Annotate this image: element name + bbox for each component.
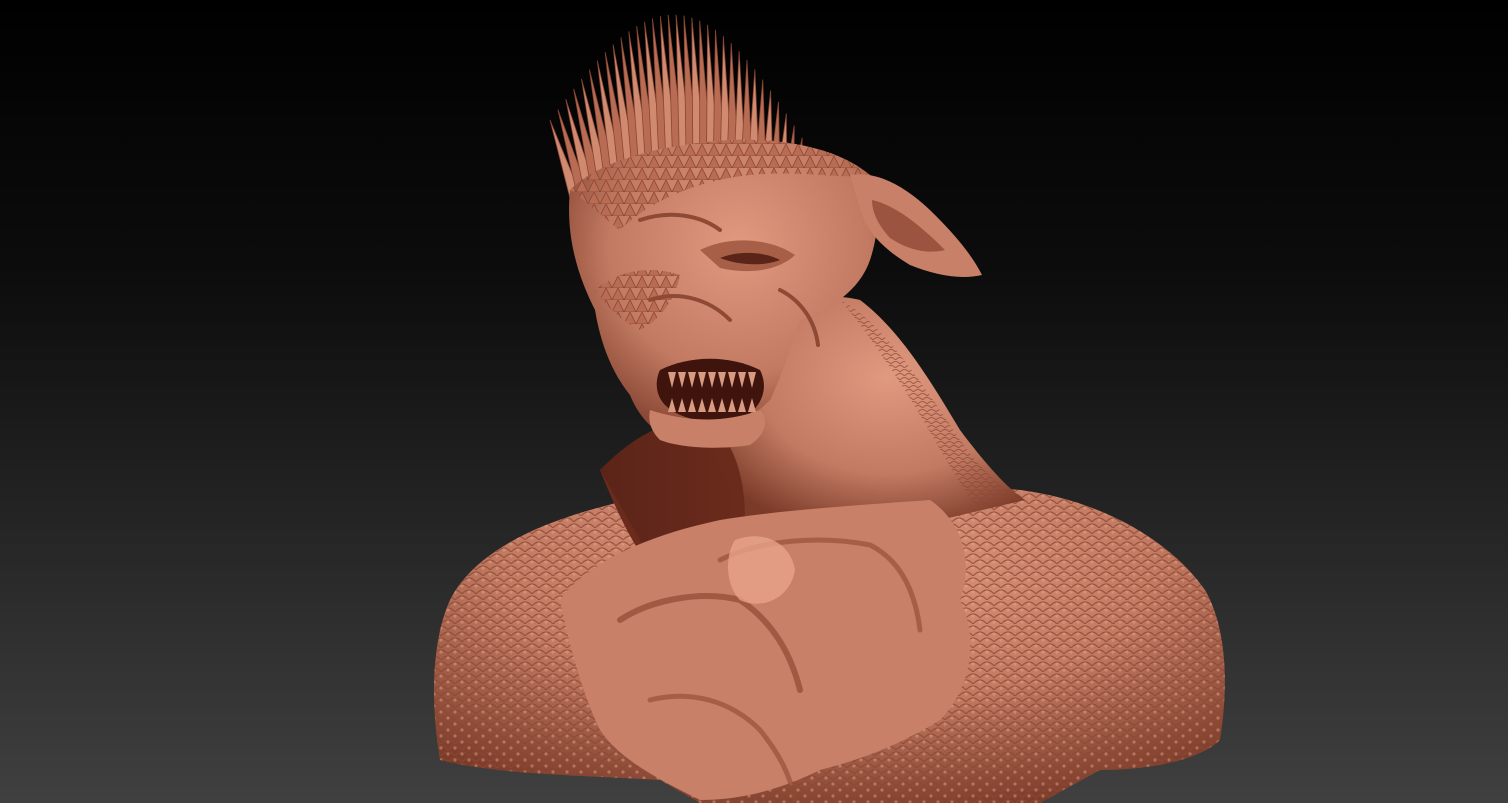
sculpt-viewport[interactable]: [0, 0, 1508, 803]
viewport-canvas[interactable]: [0, 0, 1508, 803]
